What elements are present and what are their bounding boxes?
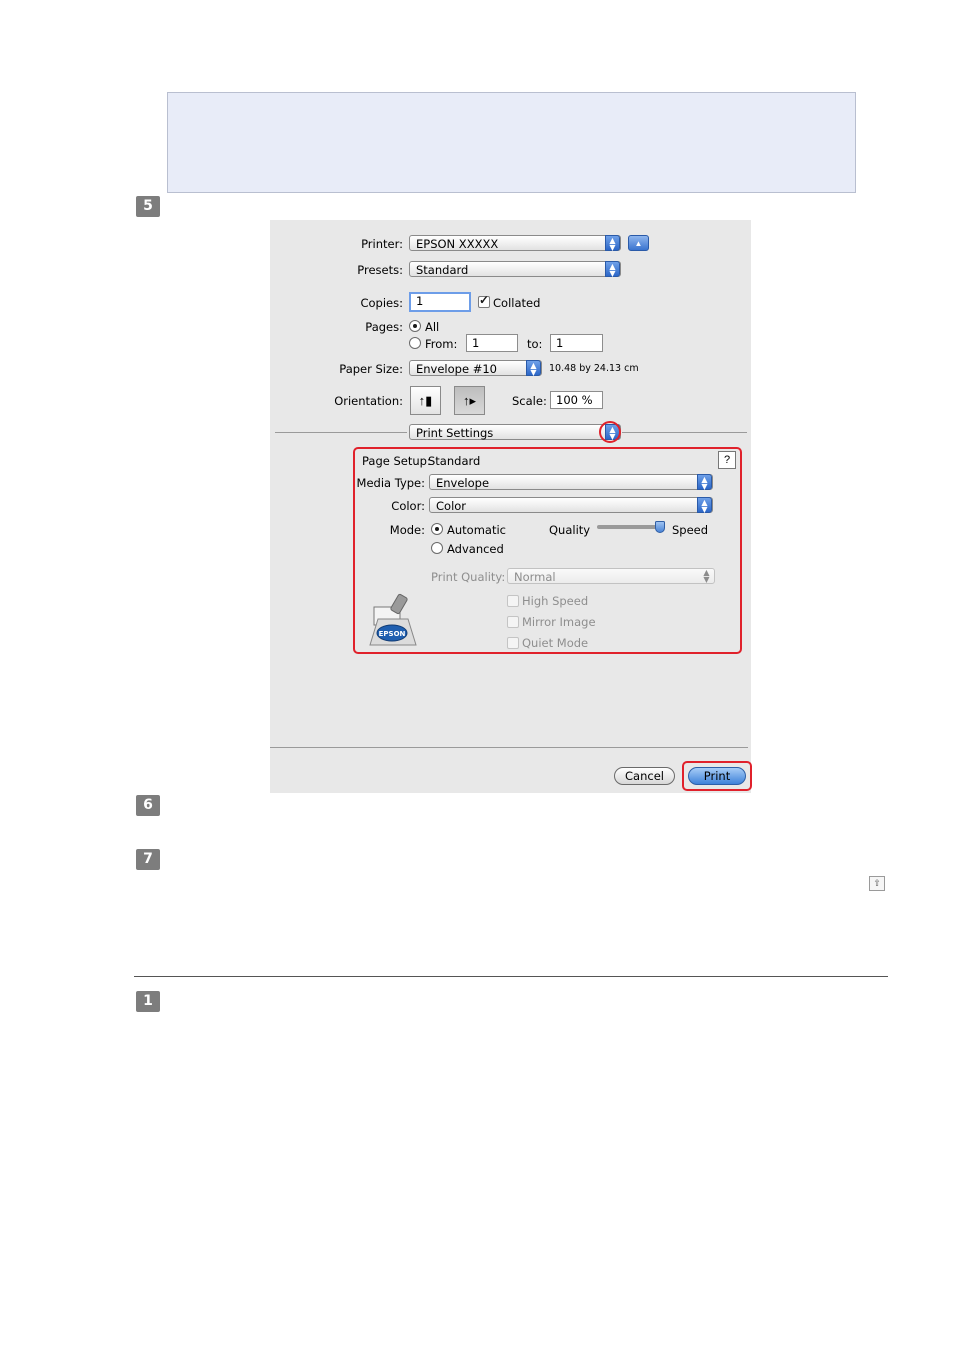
collated-label: Collated (493, 296, 541, 310)
color-label: Color: (391, 499, 425, 513)
copies-field[interactable]: 1 (409, 292, 471, 312)
landscape-icon: ↑▸ (462, 393, 477, 408)
paper-size-value: Envelope #10 (416, 362, 497, 376)
slider-thumb[interactable] (655, 521, 665, 533)
paper-size-popup[interactable]: Envelope #10 ▲ ▼ (409, 360, 542, 377)
popup-arrows-icon: ▲ ▼ (526, 360, 541, 377)
pages-all-label: All (425, 320, 440, 334)
pages-all-radio[interactable] (409, 320, 421, 332)
epson-logo-icon: EPSON (369, 593, 417, 646)
svg-text:EPSON: EPSON (379, 630, 406, 638)
quality-label: Quality (549, 523, 591, 537)
orientation-label: Orientation: (334, 394, 403, 408)
print-quality-value: Normal (514, 570, 556, 584)
back-to-top-icon[interactable]: ⇧ (869, 876, 885, 891)
pages-to-label: to: (527, 337, 543, 351)
panel-menu-popup[interactable]: Print Settings ▲ ▼ (409, 424, 621, 441)
printer-value: EPSON XXXXX (416, 237, 499, 251)
printer-label: Printer: (361, 237, 403, 251)
portrait-orientation-button[interactable]: ↑▮ (410, 386, 441, 415)
mode-automatic-radio[interactable] (431, 523, 443, 535)
page-setup-label: Page Setup: (362, 454, 431, 468)
media-type-value: Envelope (436, 476, 490, 490)
panel-divider-left (275, 432, 407, 433)
panel-menu-highlight-circle (599, 421, 621, 443)
popup-arrows-icon: ▲ ▼ (605, 261, 620, 278)
pages-from-label: From: (425, 337, 458, 351)
printer-popup[interactable]: EPSON XXXXX ▲ ▼ (409, 235, 621, 252)
step-1-badge: 1 (136, 991, 160, 1012)
bottom-divider (270, 747, 748, 748)
high-speed-label: High Speed (522, 594, 589, 608)
print-quality-popup: Normal ▲ ▼ (507, 568, 715, 584)
presets-popup[interactable]: Standard ▲ ▼ (409, 261, 621, 278)
collated-checkbox[interactable] (478, 293, 490, 308)
speed-label: Speed (672, 523, 709, 537)
quiet-mode-checkbox (507, 637, 519, 649)
section-divider (134, 976, 888, 977)
mode-automatic-label: Automatic (447, 523, 506, 537)
copies-label: Copies: (360, 296, 403, 310)
high-speed-checkbox (507, 595, 519, 607)
popup-arrows-icon: ▲ ▼ (697, 497, 712, 514)
panel-menu-value: Print Settings (416, 426, 494, 440)
print-dialog: Printer: EPSON XXXXX ▲ ▼ ▲ Presets: Stand… (270, 220, 752, 793)
step-7-badge: 7 (136, 849, 160, 870)
presets-label: Presets: (357, 263, 403, 277)
paper-dims-text: 10.48 by 24.13 cm (549, 363, 639, 374)
pages-from-radio[interactable] (409, 337, 421, 349)
popup-arrows-icon: ▲ ▼ (697, 474, 712, 491)
scale-label: Scale: (512, 394, 547, 408)
mode-advanced-radio[interactable] (431, 542, 443, 554)
step-5-badge: 5 (136, 196, 160, 217)
pages-to-field[interactable]: 1 (550, 334, 603, 352)
paper-size-label: Paper Size: (339, 362, 403, 376)
mode-advanced-label: Advanced (447, 542, 504, 556)
help-icon[interactable]: ? (718, 451, 736, 469)
step-6-badge: 6 (136, 795, 160, 816)
landscape-orientation-button[interactable]: ↑▸ (454, 386, 485, 415)
mirror-image-label: Mirror Image (522, 615, 596, 629)
media-type-label: Media Type: (356, 476, 425, 490)
pages-label: Pages: (365, 320, 403, 334)
mode-label: Mode: (389, 523, 425, 537)
cancel-button[interactable]: Cancel (614, 767, 675, 785)
popup-arrows-icon: ▲ ▼ (703, 568, 710, 584)
quiet-mode-label: Quiet Mode (522, 636, 589, 650)
scale-field[interactable]: 100 % (550, 391, 603, 409)
media-type-popup[interactable]: Envelope ▲ ▼ (429, 474, 713, 491)
quality-speed-slider[interactable] (597, 525, 661, 529)
color-value: Color (436, 499, 467, 513)
page-setup-value: Standard (428, 454, 481, 468)
note-box (167, 92, 856, 193)
pages-from-field[interactable]: 1 (466, 334, 518, 352)
mirror-image-checkbox (507, 616, 519, 628)
popup-arrows-icon: ▲ ▼ (605, 235, 620, 252)
color-popup[interactable]: Color ▲ ▼ (429, 497, 713, 514)
presets-value: Standard (416, 263, 469, 277)
portrait-icon: ↑▮ (418, 393, 433, 408)
print-button-highlight (682, 761, 752, 791)
panel-divider-right (622, 432, 747, 433)
collapse-dialog-button[interactable]: ▲ (628, 235, 649, 251)
print-quality-label: Print Quality: (431, 570, 506, 584)
